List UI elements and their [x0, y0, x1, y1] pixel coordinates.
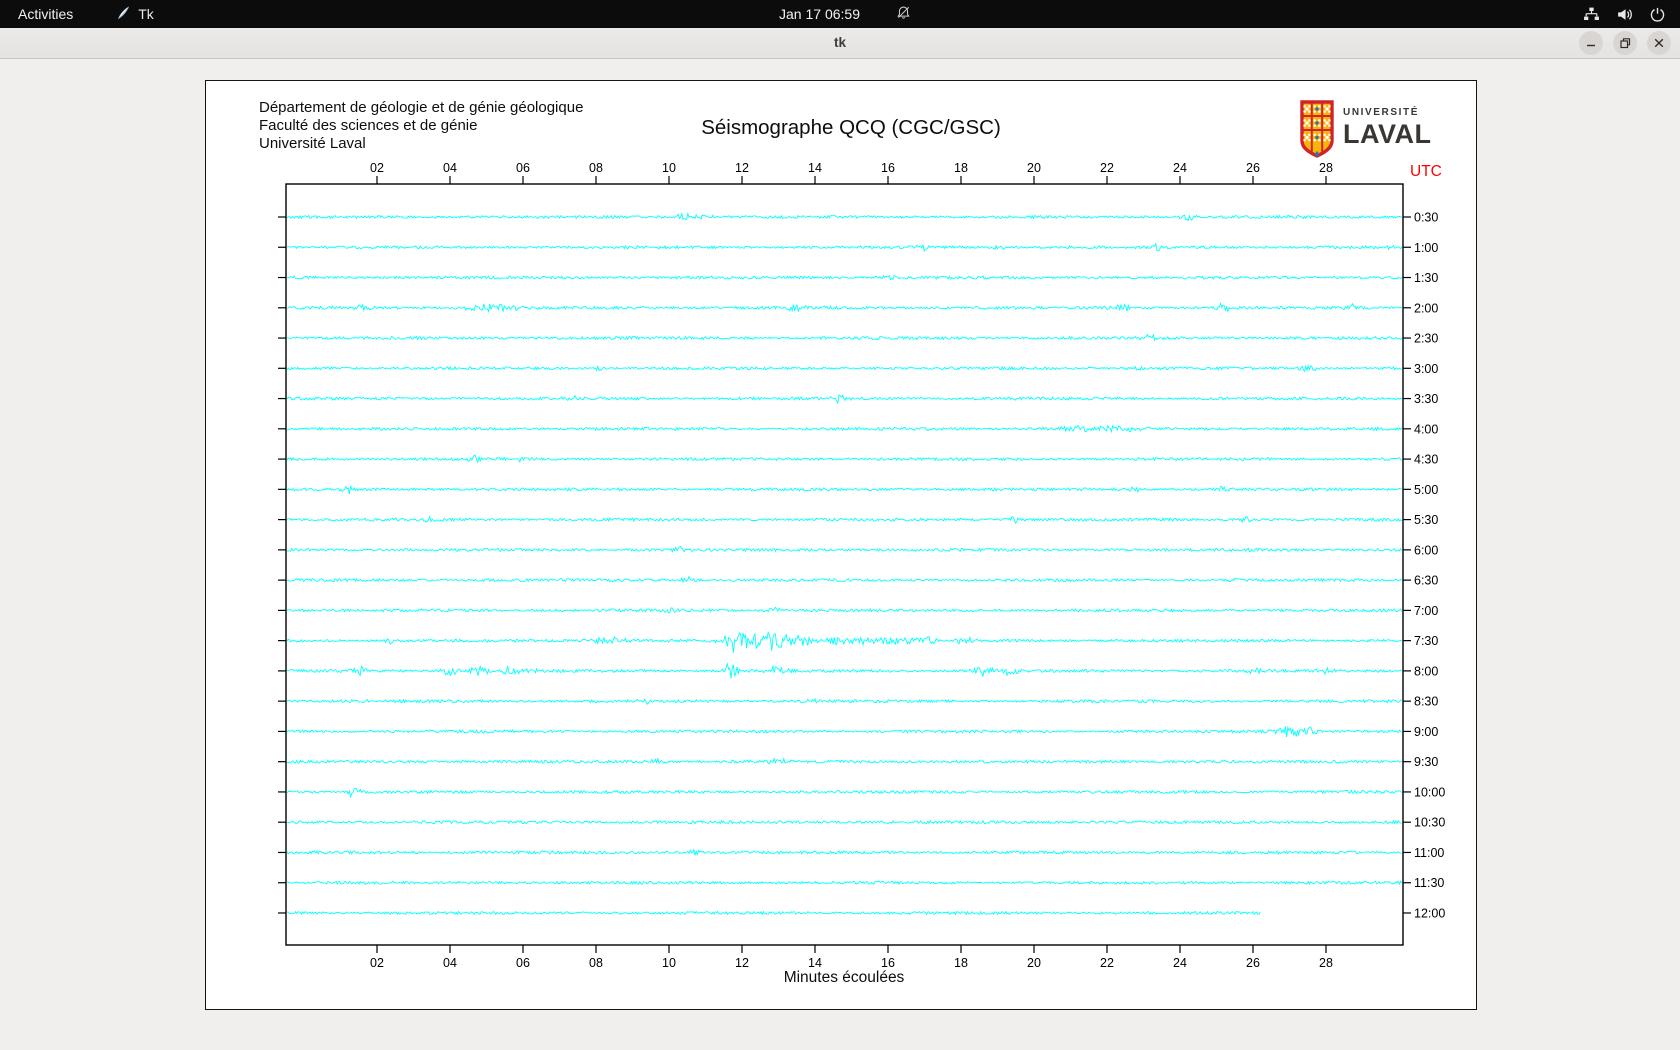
svg-text:12:00: 12:00 [1414, 906, 1445, 920]
svg-text:16: 16 [881, 956, 895, 970]
tk-app-icon [115, 5, 131, 24]
svg-text:16: 16 [881, 161, 895, 175]
svg-text:8:00: 8:00 [1414, 664, 1438, 678]
svg-text:10:30: 10:30 [1414, 816, 1445, 830]
svg-text:8:30: 8:30 [1414, 695, 1438, 709]
svg-text:9:00: 9:00 [1414, 725, 1438, 739]
logo-universite-label: UNIVERSITÉ [1343, 107, 1420, 118]
svg-text:7:00: 7:00 [1414, 604, 1438, 618]
svg-text:2:30: 2:30 [1414, 332, 1438, 346]
svg-text:3:00: 3:00 [1414, 362, 1438, 376]
notifications-muted-icon [896, 5, 911, 23]
header-line-3: Université Laval [259, 135, 366, 152]
activities-button[interactable]: Activities [8, 0, 83, 28]
svg-text:24: 24 [1173, 956, 1187, 970]
window-titlebar[interactable]: tk [0, 28, 1680, 59]
x-axis-label: Minutes écoulées [783, 969, 905, 986]
svg-text:04: 04 [443, 956, 457, 970]
app-menu-label: Tk [138, 6, 154, 22]
svg-text:28: 28 [1319, 956, 1333, 970]
svg-text:18: 18 [954, 161, 968, 175]
svg-text:0:30: 0:30 [1414, 211, 1438, 225]
system-menu[interactable] [1583, 0, 1666, 28]
svg-text:10: 10 [662, 161, 676, 175]
svg-text:4:30: 4:30 [1414, 453, 1438, 467]
svg-text:6:00: 6:00 [1414, 543, 1438, 557]
svg-text:5:00: 5:00 [1414, 483, 1438, 497]
svg-text:12: 12 [735, 956, 749, 970]
desktop: Activities Tk Jan 17 06:59 tk 02 02 04 0… [0, 0, 1680, 1050]
svg-text:5:30: 5:30 [1414, 513, 1438, 527]
svg-text:12: 12 [735, 161, 749, 175]
svg-text:28: 28 [1319, 161, 1333, 175]
minimize-button[interactable] [1579, 31, 1603, 55]
svg-text:02: 02 [370, 161, 384, 175]
svg-text:26: 26 [1246, 956, 1260, 970]
svg-text:06: 06 [516, 161, 530, 175]
svg-text:1:30: 1:30 [1414, 271, 1438, 285]
svg-text:1:00: 1:00 [1414, 241, 1438, 255]
svg-text:20: 20 [1027, 956, 1041, 970]
svg-text:06: 06 [516, 956, 530, 970]
laval-shield-icon [1300, 100, 1334, 158]
svg-text:22: 22 [1100, 956, 1114, 970]
logo-laval-label: LAVAL [1343, 119, 1432, 149]
svg-text:4:00: 4:00 [1414, 422, 1438, 436]
svg-text:20: 20 [1027, 161, 1041, 175]
header-line-1: Département de géologie et de génie géol… [259, 99, 584, 116]
svg-text:18: 18 [954, 956, 968, 970]
svg-text:3:30: 3:30 [1414, 392, 1438, 406]
close-button[interactable] [1647, 31, 1671, 55]
svg-text:02: 02 [370, 956, 384, 970]
svg-text:14: 14 [808, 956, 822, 970]
svg-text:26: 26 [1246, 161, 1260, 175]
svg-text:04: 04 [443, 161, 457, 175]
svg-text:08: 08 [589, 161, 603, 175]
app-menu[interactable]: Tk [105, 0, 164, 28]
svg-text:08: 08 [589, 956, 603, 970]
plot-title: Séismographe QCQ (CGC/GSC) [701, 116, 1001, 139]
volume-icon [1618, 8, 1632, 20]
window-content: 02 02 04 04 06 06 08 08 10 10 12 12 14 14 16 16 18 18 20 20… [0, 59, 1680, 1050]
svg-text:7:30: 7:30 [1414, 634, 1438, 648]
maximize-button[interactable] [1613, 31, 1637, 55]
svg-text:14: 14 [808, 161, 822, 175]
svg-text:24: 24 [1173, 161, 1187, 175]
power-icon [1650, 7, 1665, 22]
seismograph-plot: 02 02 04 04 06 06 08 08 10 10 12 12 14 14 16 16 18 18 20 20… [206, 81, 1474, 1007]
svg-text:10: 10 [662, 956, 676, 970]
svg-text:10:00: 10:00 [1414, 785, 1445, 799]
svg-text:22: 22 [1100, 161, 1114, 175]
svg-text:6:30: 6:30 [1414, 574, 1438, 588]
utc-label: UTC [1410, 163, 1442, 180]
window-title: tk [833, 35, 846, 50]
top-bar: Activities Tk Jan 17 06:59 [0, 0, 1680, 28]
svg-text:9:30: 9:30 [1414, 755, 1438, 769]
svg-text:11:30: 11:30 [1414, 876, 1444, 890]
laval-logo: UNIVERSITÉ LAVAL [1299, 100, 1431, 159]
header-line-2: Faculté des sciences et de génie [259, 117, 478, 134]
svg-text:2:00: 2:00 [1414, 301, 1438, 315]
clock-menu[interactable]: Jan 17 06:59 [769, 0, 870, 28]
header-address: Département de géologie et de génie géol… [259, 99, 583, 153]
svg-text:11:00: 11:00 [1414, 846, 1444, 860]
seismograph-canvas: 02 02 04 04 06 06 08 08 10 10 12 12 14 14 16 16 18 18 20 20… [205, 80, 1477, 1010]
network-wired-icon [1584, 7, 1599, 20]
